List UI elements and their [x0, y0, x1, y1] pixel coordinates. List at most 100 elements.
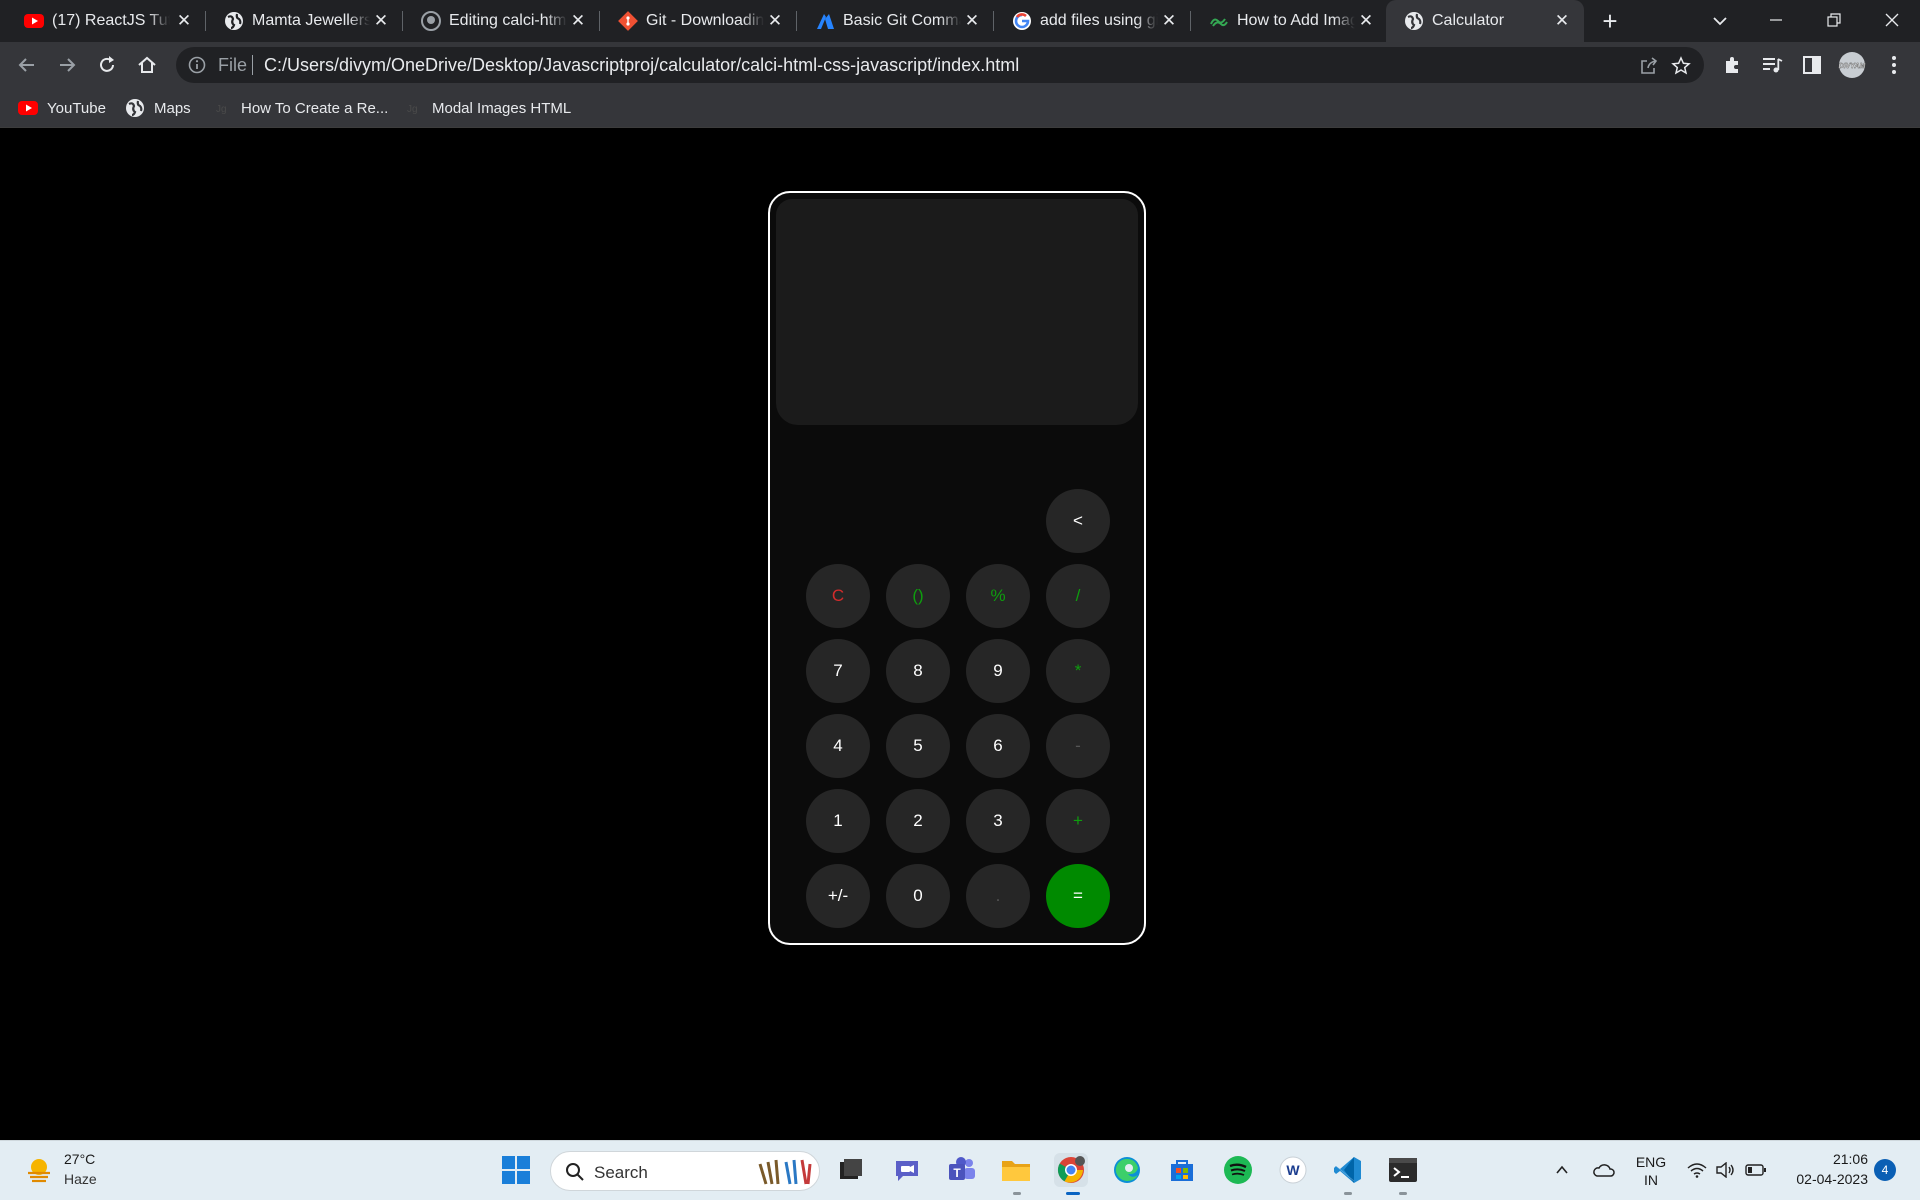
tab-title: Basic Git Comman [843, 12, 961, 29]
new-tab-button[interactable]: + [1596, 8, 1624, 34]
key-button[interactable]: 8 [886, 639, 950, 703]
key-button[interactable]: = [1046, 864, 1110, 928]
forward-arrow-icon[interactable] [53, 51, 81, 79]
tab-title: Git - Downloading [646, 12, 764, 29]
tab-close-icon[interactable]: ✕ [568, 11, 588, 31]
key-button[interactable]: 3 [966, 789, 1030, 853]
teams-icon[interactable]: T [945, 1153, 979, 1187]
bookmark-star-icon[interactable] [1670, 55, 1692, 77]
tab-basic-git-commands[interactable]: Basic Git Comman ✕ [797, 0, 994, 42]
tab-close-icon[interactable]: ✕ [1552, 11, 1572, 31]
tray-chevron-up-icon[interactable] [1550, 1153, 1574, 1187]
weather-temp: 27°C [64, 1151, 96, 1167]
teams-chat-icon[interactable] [890, 1153, 924, 1187]
close-window-icon[interactable] [1864, 0, 1920, 40]
tab-close-icon[interactable]: ✕ [962, 11, 982, 31]
key-button[interactable]: 5 [886, 714, 950, 778]
bookmark-label: Modal Images HTML [432, 99, 572, 117]
writing-app-icon[interactable]: W [1276, 1153, 1310, 1187]
bookmark-how-to-create[interactable]: Jg How To Create a Re... [212, 97, 388, 119]
svg-text:W: W [1286, 1162, 1300, 1178]
share-icon[interactable] [1638, 55, 1660, 77]
bookmark-maps[interactable]: Maps [125, 97, 191, 119]
search-icon [566, 1163, 584, 1181]
atlassian-icon [815, 11, 835, 31]
minimize-icon[interactable] [1748, 0, 1804, 40]
side-panel-icon[interactable] [1800, 53, 1824, 77]
key-button[interactable]: * [1046, 639, 1110, 703]
key-button[interactable]: C [806, 564, 870, 628]
git-icon [618, 11, 638, 31]
key-button[interactable]: () [886, 564, 950, 628]
key-button[interactable]: / [1046, 564, 1110, 628]
address-bar[interactable]: File C:/Users/divym/OneDrive/Desktop/Jav… [176, 47, 1704, 83]
key-button[interactable]: 1 [806, 789, 870, 853]
key-button[interactable]: 0 [886, 864, 950, 928]
tab-close-icon[interactable]: ✕ [765, 11, 785, 31]
windows-start-icon[interactable] [499, 1153, 533, 1187]
chevron-down-icon[interactable] [1708, 9, 1732, 33]
edge-icon[interactable] [1110, 1153, 1144, 1187]
extensions-icon[interactable] [1720, 53, 1744, 77]
terminal-icon[interactable] [1386, 1153, 1420, 1187]
chrome-icon[interactable] [1054, 1153, 1088, 1187]
url-scheme-label: File [218, 55, 248, 75]
tab-add-files-using-git[interactable]: add files using git ✕ [994, 0, 1191, 42]
key-button[interactable]: 6 [966, 714, 1030, 778]
info-icon[interactable] [188, 56, 206, 74]
more-menu-icon[interactable] [1882, 53, 1906, 77]
onedrive-cloud-icon[interactable] [1588, 1153, 1618, 1187]
restore-icon[interactable] [1806, 0, 1862, 40]
tab-close-icon[interactable]: ✕ [174, 11, 194, 31]
notification-badge[interactable]: 4 [1874, 1159, 1896, 1181]
language-indicator[interactable]: ENG IN [1628, 1151, 1674, 1191]
active-indicator [1066, 1192, 1080, 1195]
spotify-icon[interactable] [1221, 1153, 1255, 1187]
volume-icon[interactable] [1712, 1153, 1738, 1187]
wifi-icon[interactable] [1684, 1153, 1710, 1187]
tab-mamta-jewellers[interactable]: Mamta Jewellers ✕ [206, 0, 403, 42]
tab-calculator[interactable]: Calculator ✕ [1386, 0, 1584, 42]
reload-icon[interactable] [93, 51, 121, 79]
tab-editing-calci[interactable]: Editing calci-html ✕ [403, 0, 600, 42]
key-button[interactable]: 9 [966, 639, 1030, 703]
key-button[interactable]: . [966, 864, 1030, 928]
key-button[interactable]: 2 [886, 789, 950, 853]
url-text[interactable]: C:/Users/divym/OneDrive/Desktop/Javascri… [264, 56, 1019, 74]
tab-how-to-add-image[interactable]: How to Add Imag ✕ [1191, 0, 1388, 42]
key-button[interactable]: % [966, 564, 1030, 628]
tab-reactjs-tutorial[interactable]: (17) ReactJS Tutor ✕ [6, 0, 206, 42]
back-arrow-icon[interactable] [13, 51, 41, 79]
bookmark-youtube[interactable]: YouTube [18, 97, 106, 119]
running-indicator [1399, 1192, 1407, 1195]
key-button[interactable]: + [1046, 789, 1110, 853]
bookmark-modal-images[interactable]: Jg Modal Images HTML [403, 97, 571, 119]
tab-close-icon[interactable]: ✕ [1159, 11, 1179, 31]
language-line2: IN [1644, 1172, 1658, 1188]
clock-date: 02-04-2023 [1796, 1171, 1868, 1187]
backspace-button[interactable]: < [1046, 489, 1110, 553]
taskbar-clock[interactable]: 21:06 02-04-2023 [1786, 1149, 1868, 1189]
taskbar-search[interactable]: Search [550, 1151, 820, 1191]
vscode-icon[interactable] [1331, 1153, 1365, 1187]
placeholder-icon: Jg [403, 98, 423, 118]
key-button[interactable]: +/- [806, 864, 870, 928]
store-icon[interactable] [1165, 1153, 1199, 1187]
task-view-icon[interactable] [834, 1153, 868, 1187]
google-icon [1012, 11, 1032, 31]
file-explorer-icon[interactable] [999, 1153, 1033, 1187]
youtube-icon [18, 98, 38, 118]
key-button[interactable]: 4 [806, 714, 870, 778]
battery-icon[interactable] [1742, 1153, 1770, 1187]
key-button[interactable]: 7 [806, 639, 870, 703]
profile-avatar[interactable]: DIVYAM [1836, 52, 1868, 78]
key-button[interactable]: - [1046, 714, 1110, 778]
tab-title: How to Add Imag [1237, 12, 1355, 29]
tab-git-downloading[interactable]: Git - Downloading ✕ [600, 0, 797, 42]
tab-close-icon[interactable]: ✕ [371, 11, 391, 31]
media-queue-icon[interactable] [1760, 53, 1784, 77]
bookmarks-bar: YouTube Maps Jg How To Create a Re... Jg… [0, 88, 1920, 128]
tab-close-icon[interactable]: ✕ [1356, 11, 1376, 31]
home-icon[interactable] [133, 51, 161, 79]
taskbar: 27°C Haze Search T W ENG IN 21:06 02-04-… [0, 1140, 1920, 1200]
